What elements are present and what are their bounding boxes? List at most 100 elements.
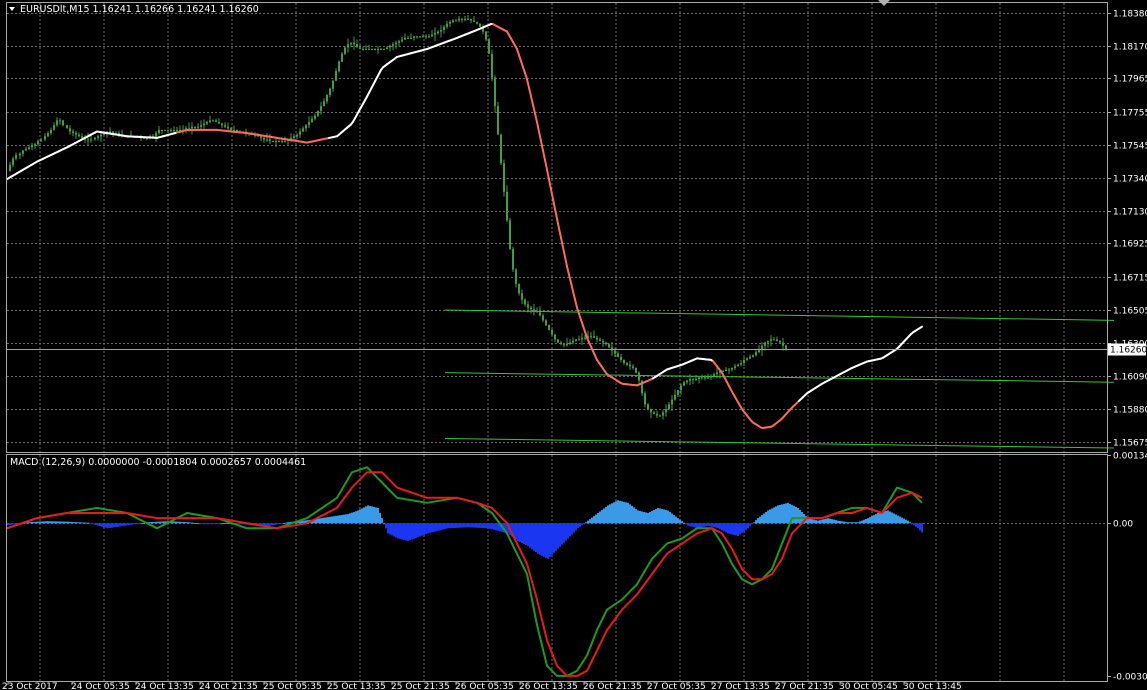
candle-body	[416, 36, 418, 38]
candle-body	[353, 42, 355, 45]
histogram-bar	[427, 523, 429, 534]
histogram-bar	[519, 523, 521, 543]
candle-body	[470, 18, 472, 21]
histogram-bar	[851, 522, 853, 524]
histogram-bar	[329, 516, 331, 524]
histogram-bar	[903, 518, 905, 524]
histogram-bar	[461, 523, 463, 528]
candle-body	[506, 191, 508, 221]
histogram-bar	[891, 512, 893, 524]
histogram-bar	[477, 523, 479, 528]
histogram-bar	[749, 523, 751, 527]
candle-body	[584, 337, 586, 339]
histogram-bar	[631, 505, 633, 524]
histogram-bar	[335, 515, 337, 524]
candle-body	[521, 293, 523, 300]
candle-body	[665, 409, 667, 413]
candle-body	[284, 141, 286, 143]
candle-body	[191, 126, 193, 129]
histogram-bar	[281, 523, 283, 525]
histogram-bar	[537, 523, 539, 554]
histogram-bar	[437, 523, 439, 531]
histogram-bar	[637, 510, 639, 524]
histogram-bar	[337, 515, 339, 524]
candle-body	[713, 374, 715, 376]
histogram-bar	[573, 523, 575, 533]
histogram-bar	[371, 506, 373, 524]
candle-body	[66, 125, 68, 129]
candle-body	[395, 42, 397, 45]
histogram-bar	[153, 521, 155, 524]
histogram-bar	[833, 519, 835, 524]
histogram-bar	[387, 523, 389, 534]
candle-body	[527, 304, 529, 308]
histogram-bar	[63, 521, 65, 524]
time-tick-label: 27 Oct 21:35	[775, 682, 834, 690]
histogram-bar	[899, 516, 901, 524]
histogram-bar	[669, 512, 671, 524]
histogram-bar	[831, 519, 833, 524]
candle-body	[653, 412, 655, 414]
candle-body	[728, 369, 730, 371]
histogram-bar	[627, 502, 629, 524]
histogram-bar	[33, 521, 35, 524]
candle-body	[563, 344, 565, 346]
candle-body	[28, 147, 30, 149]
histogram-bar	[83, 522, 85, 524]
candle-body	[437, 31, 439, 34]
histogram-bar	[31, 521, 33, 524]
candle-body	[752, 355, 754, 357]
histogram-bar	[215, 523, 217, 525]
candle-body	[47, 133, 49, 137]
histogram-bar	[629, 504, 631, 524]
candle-body	[695, 379, 697, 381]
histogram-bar	[599, 511, 601, 524]
histogram-bar	[53, 521, 55, 524]
candle-body	[320, 106, 322, 111]
histogram-bar	[681, 521, 683, 524]
candle-body	[109, 131, 111, 133]
candle-body	[737, 364, 739, 367]
histogram-bar	[883, 511, 885, 524]
histogram-bar	[439, 523, 441, 531]
histogram-bar	[735, 523, 737, 536]
histogram-bar	[565, 523, 567, 541]
histogram-bar	[841, 521, 843, 524]
histogram-bar	[751, 523, 753, 525]
macd-title: MACD (12,26,9) 0.0000000 -0.0001804 0.00…	[10, 457, 306, 468]
histogram-bar	[201, 523, 203, 525]
candle-body	[440, 29, 442, 32]
histogram-bar	[179, 521, 181, 524]
candle-body	[75, 133, 77, 135]
histogram-bar	[139, 523, 141, 525]
histogram-bar	[855, 522, 857, 524]
candle-body	[260, 136, 262, 138]
candle-body	[293, 136, 295, 138]
histogram-bar	[785, 503, 787, 524]
candle-body	[551, 329, 553, 335]
candle-body	[542, 315, 544, 321]
histogram-bar	[555, 523, 557, 551]
candle-body	[650, 409, 652, 413]
candle-body	[767, 340, 769, 343]
candle-body	[560, 342, 562, 345]
histogram-bar	[853, 522, 855, 524]
histogram-bar	[625, 502, 627, 524]
candle-body	[404, 37, 406, 40]
candle-body	[97, 136, 99, 138]
price-tick-label: 1.15880	[1113, 406, 1147, 416]
histogram-bar	[277, 523, 279, 525]
histogram-bar	[847, 522, 849, 524]
candle-body	[398, 41, 400, 43]
histogram-bar	[377, 507, 379, 524]
histogram-bar	[485, 523, 487, 529]
histogram-bar	[865, 518, 867, 524]
candle-body	[413, 36, 415, 38]
histogram-bar	[85, 522, 87, 524]
histogram-bar	[635, 508, 637, 524]
histogram-bar	[415, 523, 417, 538]
price-tick-label: 1.16925	[1113, 240, 1147, 250]
histogram-bar	[149, 522, 151, 524]
histogram-bar	[125, 523, 127, 526]
histogram-bar	[73, 521, 75, 524]
